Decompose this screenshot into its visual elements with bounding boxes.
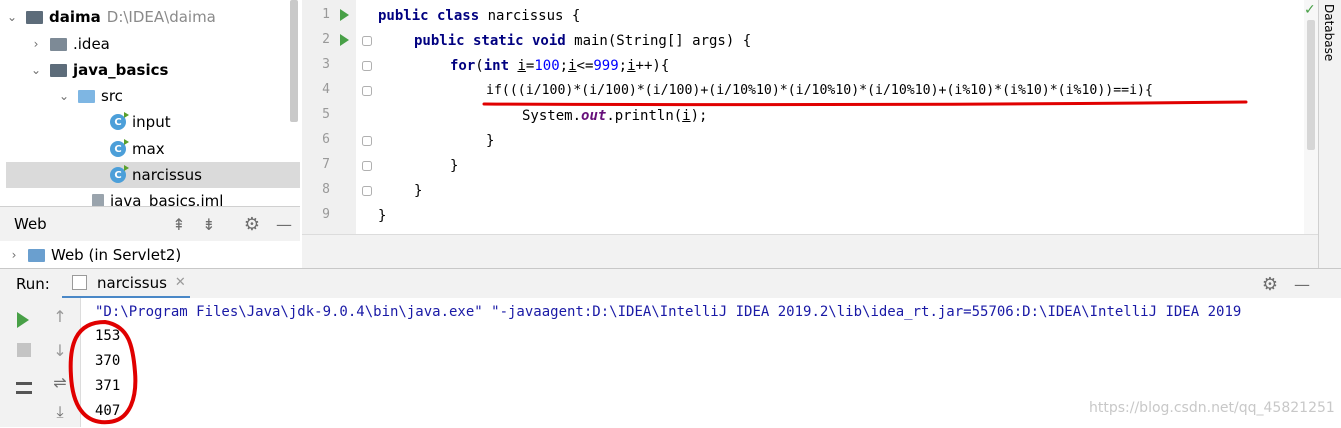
minimize-icon[interactable]: — xyxy=(1290,272,1314,296)
database-tool-strip[interactable]: Database xyxy=(1318,0,1341,268)
code-line-2: public static void main(String[] args) { xyxy=(414,33,752,49)
red-circle-annotation xyxy=(68,319,138,425)
editor-gutter: 1 2 3 4 5 6 7 8 9 xyxy=(302,0,356,234)
file-icon xyxy=(92,194,104,206)
line-number: 8 xyxy=(322,182,330,197)
java-class-icon: C xyxy=(110,112,129,130)
chevron-down-icon[interactable]: ⌄ xyxy=(58,89,70,103)
chevron-down-icon[interactable]: ⌄ xyxy=(30,63,42,77)
tree-item-idea[interactable]: › .idea xyxy=(30,31,110,57)
command-line: "D:\Program Files\Java\jdk-9.0.4\bin\jav… xyxy=(95,304,1242,320)
web-tree-item[interactable]: › Web (in Servlet2) xyxy=(8,242,182,268)
expand-all-icon[interactable]: ⇞ xyxy=(168,213,190,235)
run-class-icon[interactable] xyxy=(340,9,349,21)
close-icon[interactable]: ✕ xyxy=(175,275,186,290)
check-icon: ✓ xyxy=(1304,2,1316,18)
chevron-right-icon[interactable]: › xyxy=(30,37,42,51)
editor-scroll-thumb[interactable] xyxy=(1307,20,1315,150)
line-number: 6 xyxy=(322,132,330,147)
code-editor[interactable]: public class narcissus { public static v… xyxy=(378,0,1304,234)
tree-item-input[interactable]: C input xyxy=(110,109,171,135)
if-condition-line: if(((i/100)*(i/100)*(i/100)+(i/10%10)*(i… xyxy=(486,83,1153,98)
line-number: 4 xyxy=(322,82,330,97)
layout-icon[interactable] xyxy=(16,382,32,394)
line-number: 2 xyxy=(322,32,330,47)
stop-icon[interactable] xyxy=(17,343,31,357)
console-output[interactable]: "D:\Program Files\Java\jdk-9.0.4\bin\jav… xyxy=(68,298,1341,427)
line-number: 7 xyxy=(322,157,330,172)
tree-item-daima[interactable]: ⌄ daima D:\IDEA\daima xyxy=(6,4,216,30)
project-scrollbar[interactable] xyxy=(290,0,298,122)
editor-scrollbar[interactable]: ✓ xyxy=(1304,0,1318,234)
collapse-all-icon[interactable]: ⇟ xyxy=(198,213,220,235)
code-line-8: } xyxy=(414,183,423,199)
web-panel-body: › Web (in Servlet2) xyxy=(0,241,300,267)
line-number: 9 xyxy=(322,207,330,222)
fold-markers[interactable] xyxy=(356,0,378,234)
tree-item-narcissus[interactable]: C narcissus xyxy=(6,162,300,188)
database-tab[interactable]: Database xyxy=(1322,4,1336,61)
chevron-right-icon[interactable]: › xyxy=(8,248,20,262)
web-panel-title: Web xyxy=(14,215,47,233)
gear-icon[interactable]: ⚙ xyxy=(240,212,264,236)
line-number: 5 xyxy=(322,107,330,122)
run-label: Run: xyxy=(16,275,50,293)
chevron-down-icon[interactable]: ⌄ xyxy=(6,10,18,24)
console-icon xyxy=(72,275,87,290)
web-panel-header: Web ⇞ ⇟ ⚙ — xyxy=(0,206,300,241)
tree-item-src[interactable]: ⌄ src xyxy=(58,83,123,109)
run-panel-header: Run: narcissus ✕ ⚙ — xyxy=(0,268,1341,299)
code-line-9: } xyxy=(378,208,387,224)
red-underline-annotation xyxy=(482,100,1248,107)
code-line-1: public class narcissus { xyxy=(378,8,581,24)
editor-horizontal-area xyxy=(302,234,1318,268)
code-line-7: } xyxy=(450,158,459,174)
minimize-icon[interactable]: — xyxy=(272,212,296,236)
project-tree: ⌄ daima D:\IDEA\daima › .idea ⌄ java_bas… xyxy=(0,0,300,206)
run-toolbar xyxy=(0,298,40,427)
tree-item-iml[interactable]: java_basics.iml xyxy=(92,188,223,206)
rerun-icon[interactable] xyxy=(17,312,29,328)
module-folder-icon xyxy=(50,63,67,77)
gear-icon[interactable]: ⚙ xyxy=(1258,272,1282,296)
line-number: 3 xyxy=(322,57,330,72)
tree-item-max[interactable]: C max xyxy=(110,136,165,162)
line-number: 1 xyxy=(322,7,330,22)
web-icon xyxy=(28,248,45,262)
java-class-icon: C xyxy=(110,165,129,183)
java-class-icon: C xyxy=(110,139,129,157)
tree-item-java-basics[interactable]: ⌄ java_basics xyxy=(30,57,168,83)
code-line-6: } xyxy=(486,133,495,149)
watermark: https://blog.csdn.net/qq_45821251 xyxy=(1089,400,1335,416)
source-folder-icon xyxy=(78,89,95,103)
run-main-icon[interactable] xyxy=(340,34,349,46)
code-line-3: for(int i=100;i<=999;i++){ xyxy=(450,58,670,74)
run-tab-narcissus[interactable]: narcissus ✕ xyxy=(62,269,190,299)
folder-icon xyxy=(50,37,67,51)
module-folder-icon xyxy=(26,10,43,24)
fold-column xyxy=(356,0,378,234)
